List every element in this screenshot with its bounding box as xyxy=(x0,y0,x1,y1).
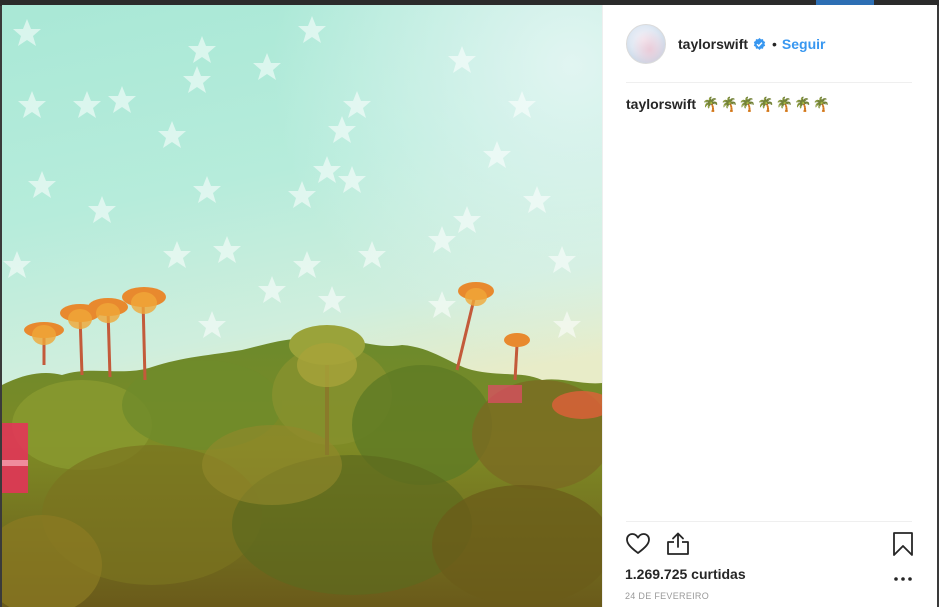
avatar[interactable] xyxy=(626,24,666,64)
like-button[interactable] xyxy=(625,531,651,557)
save-button[interactable] xyxy=(892,531,914,557)
likes-count[interactable]: 1.269.725 curtidas xyxy=(625,566,746,582)
more-options-icon xyxy=(894,577,912,581)
caption-text: 🌴🌴🌴🌴🌴🌴🌴 xyxy=(702,96,832,112)
post-photo-image xyxy=(2,5,602,607)
heart-icon xyxy=(626,533,650,554)
header-divider xyxy=(626,82,912,83)
follow-button[interactable]: Seguir xyxy=(782,36,826,52)
separator-dot: • xyxy=(772,36,777,52)
more-options-button[interactable] xyxy=(893,574,913,584)
post-date[interactable]: 24 DE FEVEREIRO xyxy=(625,591,709,601)
share-button[interactable] xyxy=(665,531,691,557)
post-photo[interactable] xyxy=(2,5,602,607)
avatar-image xyxy=(627,25,665,63)
username-link[interactable]: taylorswift xyxy=(678,36,748,52)
post-side-panel: taylorswift • Seguir taylorswift 🌴🌴🌴🌴🌴🌴🌴 xyxy=(602,5,937,607)
post-header: taylorswift • Seguir xyxy=(603,5,937,83)
post-modal: taylorswift • Seguir taylorswift 🌴🌴🌴🌴🌴🌴🌴 xyxy=(2,5,937,607)
caption: taylorswift 🌴🌴🌴🌴🌴🌴🌴 xyxy=(626,96,831,113)
share-icon xyxy=(667,532,689,555)
verified-badge-icon xyxy=(753,37,766,51)
caption-username-link[interactable]: taylorswift xyxy=(626,96,696,112)
actions-divider xyxy=(626,521,912,522)
bookmark-icon xyxy=(893,532,913,556)
